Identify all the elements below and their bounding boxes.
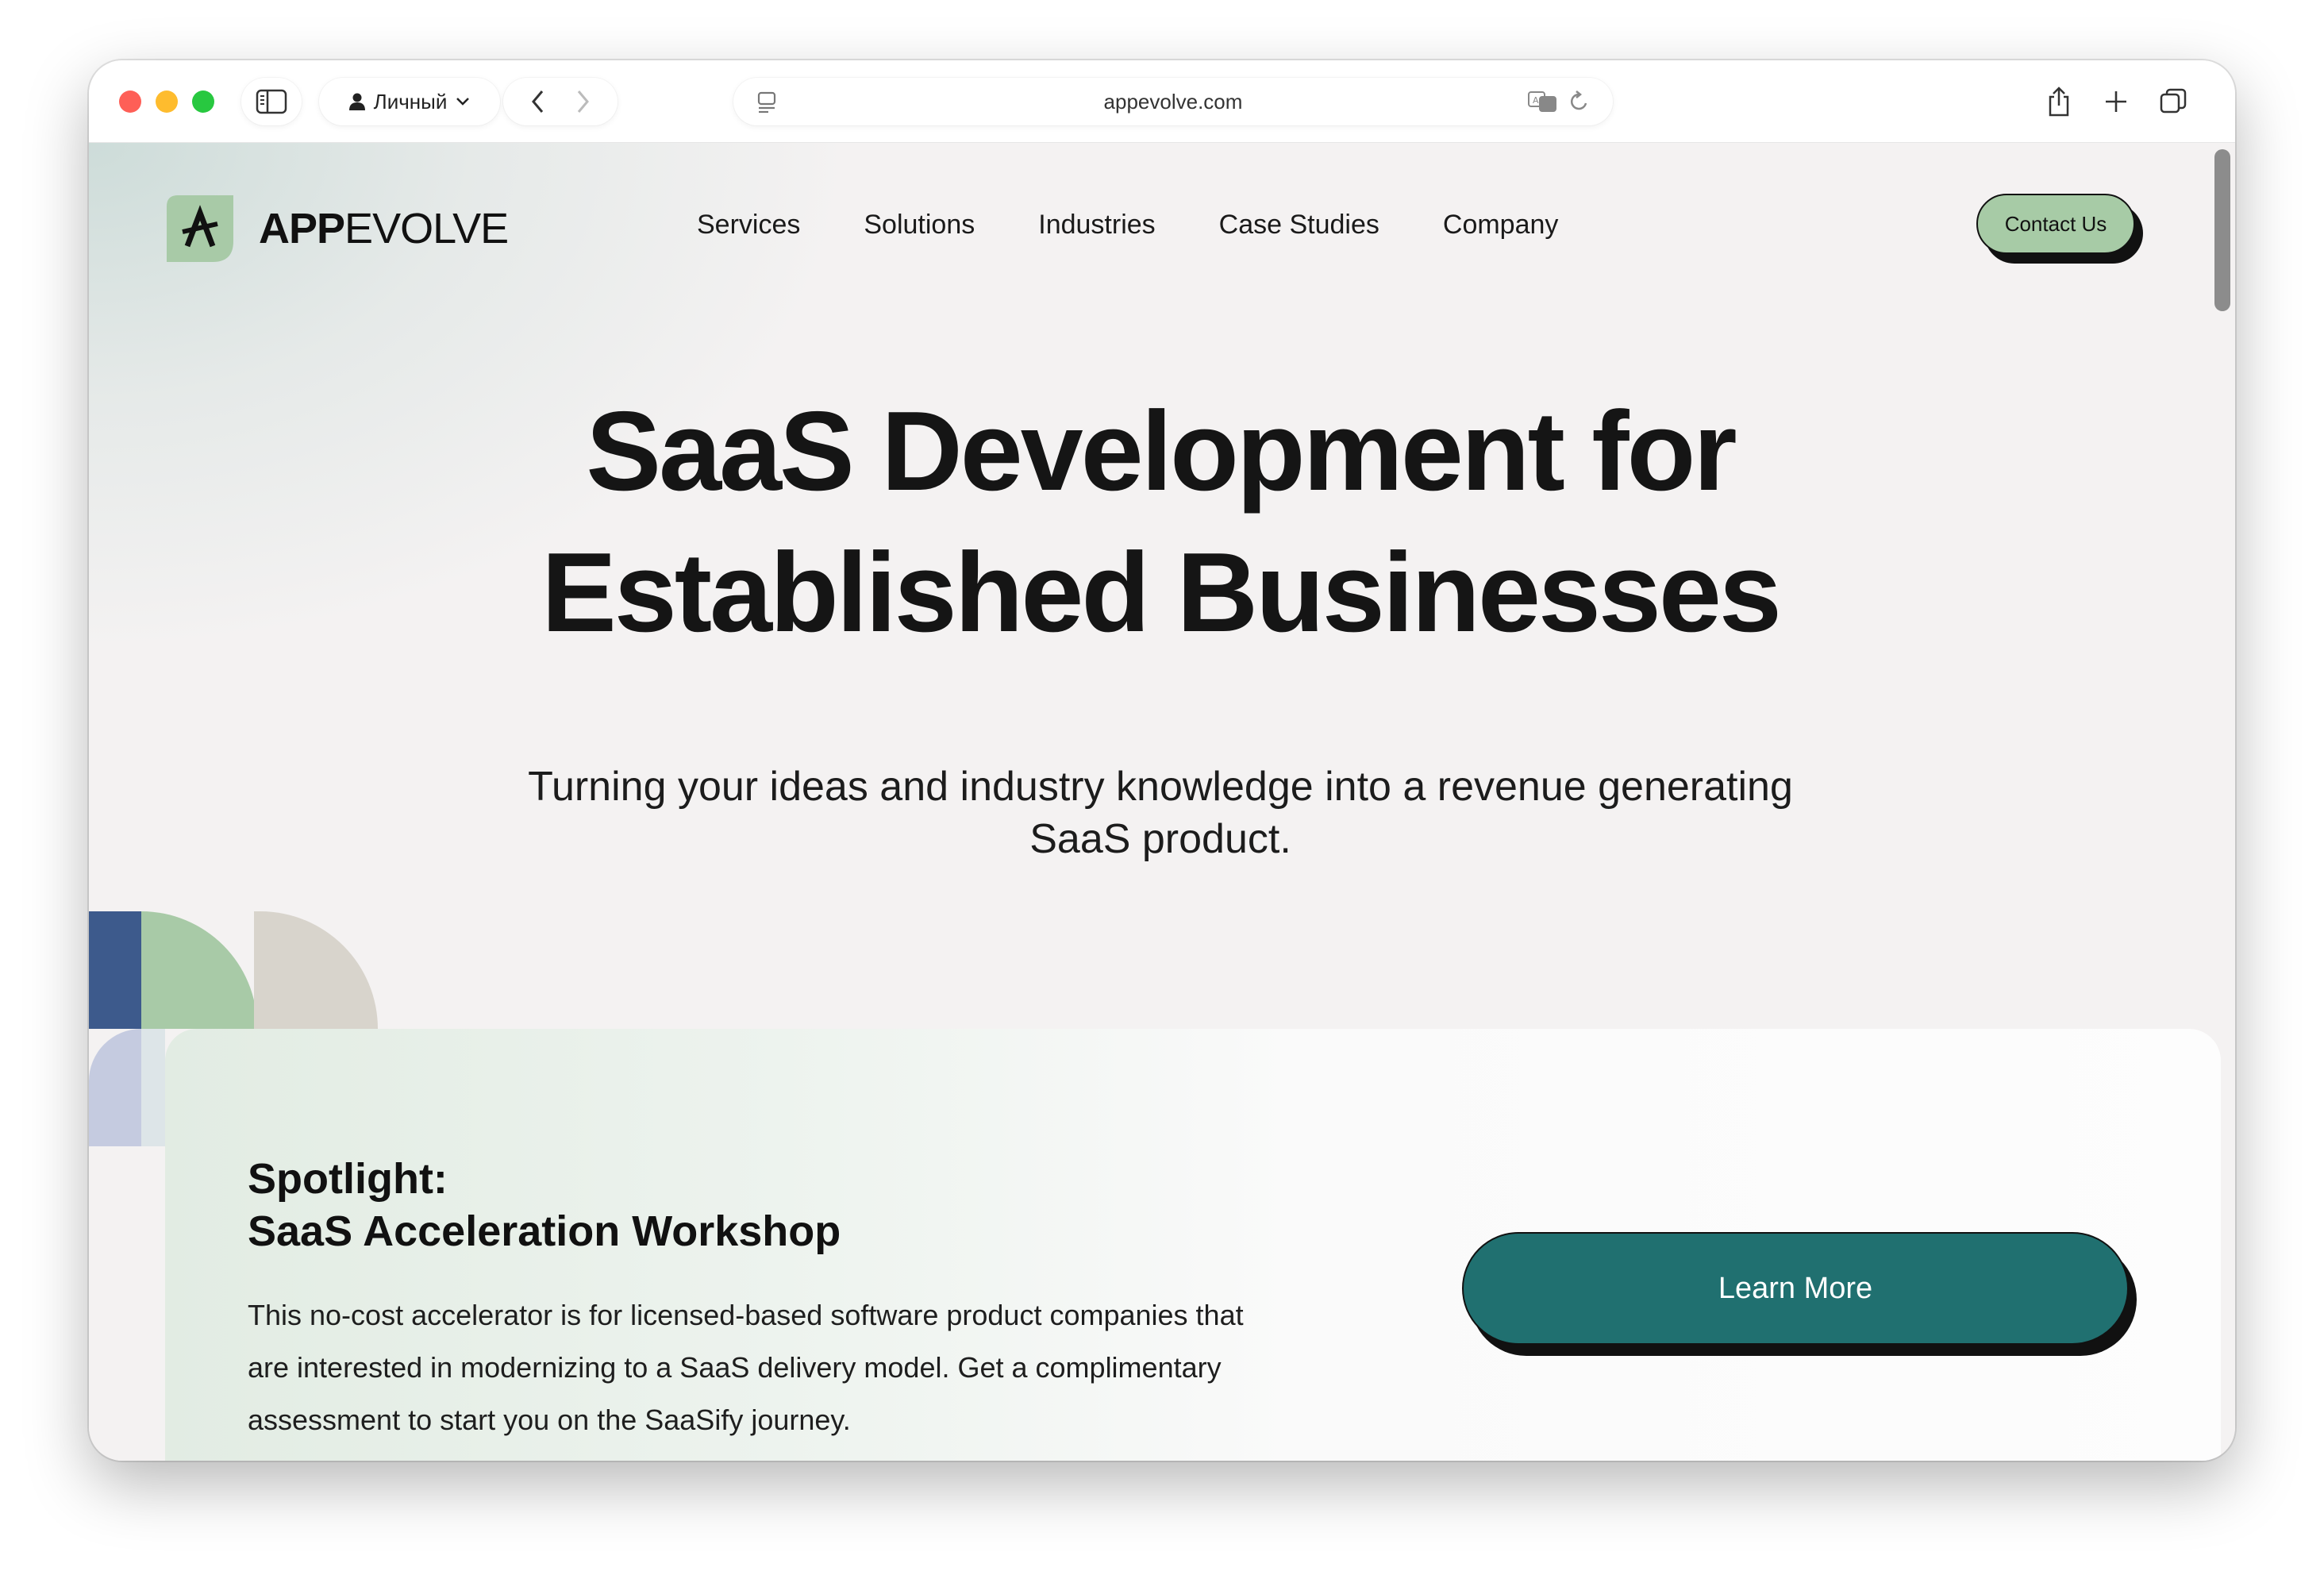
- share-button[interactable]: [2038, 81, 2080, 122]
- main-nav: Services Solutions Industries Case Studi…: [697, 210, 1558, 241]
- minimize-window-button[interactable]: [156, 90, 178, 113]
- reload-icon[interactable]: [1567, 89, 1591, 114]
- page-menu-icon[interactable]: [756, 90, 778, 114]
- address-bar[interactable]: appevolve.com A: [733, 78, 1613, 125]
- person-icon: [348, 93, 365, 110]
- web-page: APPEVOLVE Services Solutions Industries …: [89, 143, 2235, 1461]
- share-icon: [2049, 87, 2069, 117]
- logo-wordmark-bold: APP: [259, 205, 345, 252]
- appevolve-logo-icon: [167, 195, 233, 262]
- sidebar-icon: [256, 89, 287, 114]
- spotlight-card: Spotlight: SaaS Acceleration Workshop Th…: [165, 1029, 2221, 1461]
- spotlight-title-line-2: SaaS Acceleration Workshop: [248, 1207, 841, 1255]
- page-scrollbar[interactable]: [2214, 149, 2230, 311]
- spotlight-title: Spotlight: SaaS Acceleration Workshop: [248, 1153, 841, 1257]
- zoom-window-button[interactable]: [192, 90, 214, 113]
- site-logo[interactable]: APPEVOLVE: [167, 195, 509, 262]
- url-text: appevolve.com: [1103, 89, 1243, 114]
- decor-green-quarter: [141, 911, 257, 1029]
- translate-icon[interactable]: A: [1527, 89, 1559, 114]
- nav-solutions[interactable]: Solutions: [864, 210, 975, 241]
- contact-us-wrapper: Contact Us: [1976, 194, 2145, 265]
- contact-us-button[interactable]: Contact Us: [1976, 194, 2135, 254]
- history-navigation: [503, 78, 618, 125]
- new-tab-button[interactable]: [2095, 81, 2137, 122]
- learn-more-wrapper: Learn More: [1462, 1232, 2138, 1359]
- plus-icon: [2106, 91, 2126, 112]
- tab-overview-button[interactable]: [2153, 81, 2194, 122]
- hero-subtitle-line-1: Turning your ideas and industry knowledg…: [528, 764, 1793, 810]
- spotlight-description-line-3: assessment to start you on the SaaSify j…: [248, 1404, 851, 1436]
- decor-beige-quarter: [254, 911, 378, 1029]
- logo-wordmark: APPEVOLVE: [259, 204, 509, 253]
- nav-company[interactable]: Company: [1443, 210, 1559, 241]
- browser-toolbar: Личный appevolve.com A: [89, 60, 2235, 143]
- nav-industries[interactable]: Industries: [1038, 210, 1155, 241]
- close-window-button[interactable]: [119, 90, 141, 113]
- hero-subtitle-line-2: SaaS product.: [1029, 816, 1291, 862]
- sidebar-toggle-button[interactable]: [241, 78, 302, 125]
- spotlight-title-line-1: Spotlight:: [248, 1155, 448, 1203]
- chevron-left-icon[interactable]: [530, 89, 546, 114]
- spotlight-description-line-2: are interested in modernizing to a SaaS …: [248, 1351, 1222, 1384]
- svg-text:A: A: [1533, 95, 1539, 106]
- spotlight-description-line-1: This no-cost accelerator is for licensed…: [248, 1299, 1244, 1331]
- profile-label: Личный: [373, 89, 448, 114]
- hero-title: SaaS Development for Established Busines…: [89, 381, 2232, 664]
- browser-window: Личный appevolve.com A APPEVOLVE Service…: [89, 60, 2235, 1461]
- nav-case-studies[interactable]: Case Studies: [1219, 210, 1379, 241]
- profile-menu-button[interactable]: Личный: [319, 78, 500, 125]
- chevron-down-icon: [456, 98, 470, 106]
- decor-lavender-block: [89, 1029, 141, 1146]
- hero-title-line-1: SaaS Development for: [586, 388, 1737, 514]
- hero-title-line-2: Established Businesses: [541, 529, 1782, 656]
- learn-more-button[interactable]: Learn More: [1462, 1232, 2129, 1345]
- logo-wordmark-light: EVOLVE: [344, 205, 509, 252]
- hero-subtitle: Turning your ideas and industry knowledg…: [486, 761, 1835, 865]
- nav-services[interactable]: Services: [697, 210, 800, 241]
- decor-light-strip: [141, 1029, 165, 1146]
- chevron-right-icon[interactable]: [575, 89, 591, 114]
- tab-overview-icon: [2160, 88, 2187, 114]
- decor-blue-block: [89, 911, 141, 1029]
- spotlight-description: This no-cost accelerator is for licensed…: [248, 1289, 1391, 1446]
